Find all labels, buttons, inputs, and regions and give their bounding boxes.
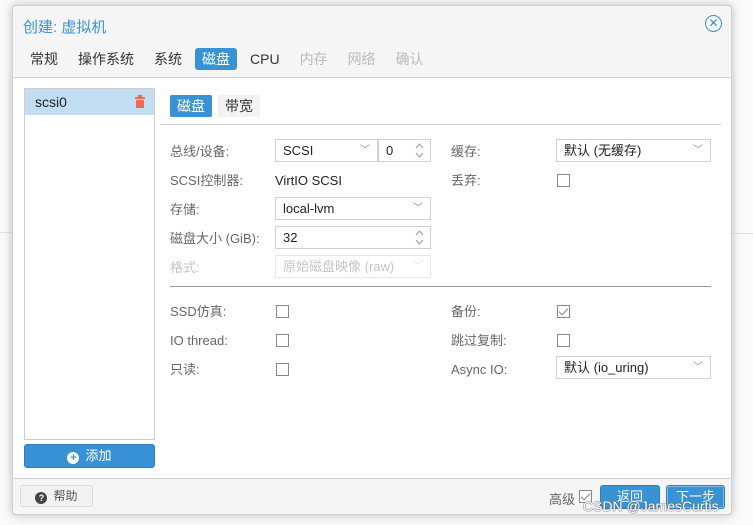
bus-device-label: 总线/设备: — [170, 144, 230, 159]
spinner-arrows-icon[interactable] — [415, 142, 424, 159]
disk-size-label: 磁盘大小 (GiB): — [170, 231, 260, 246]
advanced-label: 高级 — [549, 492, 576, 507]
scsi-controller-label: SCSI控制器: — [170, 173, 243, 188]
io-thread-label: IO thread: — [170, 333, 228, 348]
format-value: 原始磁盘映像 (raw) — [283, 259, 395, 274]
bus-select[interactable]: SCSI ﹀ — [275, 139, 378, 162]
advanced-checkbox[interactable] — [579, 490, 592, 503]
io-thread-checkbox[interactable] — [276, 334, 289, 347]
background-divider — [0, 232, 12, 233]
chevron-down-icon: ﹀ — [360, 145, 370, 156]
disk-size-spinner[interactable]: 32 — [275, 226, 431, 249]
dialog-title: 创建: 虚拟机 — [23, 19, 107, 36]
question-circle-icon: ? — [35, 492, 48, 504]
async-io-label: Async IO: — [451, 362, 508, 377]
skip-replication-label: 跳过复制: — [451, 333, 507, 348]
disk-list: scsi0 — [24, 88, 155, 440]
read-only-checkbox[interactable] — [276, 363, 289, 376]
cache-value: 默认 (无缓存) — [564, 143, 642, 158]
device-spinner[interactable]: 0 — [378, 139, 431, 162]
plus-circle-icon: + — [67, 452, 80, 464]
async-io-value: 默认 (io_uring) — [564, 360, 649, 375]
skip-replication-checkbox[interactable] — [557, 334, 570, 347]
cache-select[interactable]: 默认 (无缓存) ﹀ — [556, 139, 711, 162]
backup-label: 备份: — [451, 304, 481, 319]
help-label: 帮助 — [53, 489, 78, 503]
trash-icon[interactable] — [135, 95, 145, 108]
close-icon[interactable]: ✕ — [705, 15, 722, 32]
add-disk-button[interactable]: + 添加 — [24, 444, 155, 468]
section-divider — [170, 286, 711, 287]
device-value: 0 — [386, 143, 394, 158]
background-divider — [732, 233, 753, 234]
storage-value: local-lvm — [283, 201, 335, 216]
subtab-divider — [160, 124, 721, 125]
discard-checkbox[interactable] — [557, 174, 570, 187]
tab-general[interactable]: 常规 — [23, 48, 65, 70]
format-select: 原始磁盘映像 (raw) ﹀ — [275, 255, 431, 278]
chevron-down-icon: ﹀ — [693, 145, 703, 156]
disk-panel: scsi0 + 添加 磁盘 带宽 总线/设备: SCSI ﹀ 0 SCSI控制器… — [13, 77, 731, 479]
tab-confirm: 确认 — [395, 51, 424, 67]
ssd-emulation-label: SSD仿真: — [170, 304, 227, 319]
backup-checkbox[interactable] — [557, 305, 570, 318]
add-label: 添加 — [85, 448, 112, 463]
subtab-bandwidth[interactable]: 带宽 — [218, 95, 260, 117]
chevron-down-icon: ﹀ — [413, 261, 423, 272]
disk-item-label: scsi0 — [35, 94, 67, 110]
subtab-disk[interactable]: 磁盘 — [170, 95, 212, 117]
tab-system[interactable]: 系统 — [147, 48, 189, 70]
tab-disks[interactable]: 磁盘 — [195, 48, 237, 70]
tab-network: 网络 — [347, 51, 376, 67]
create-vm-dialog: 创建: 虚拟机 ✕ 常规 操作系统 系统 磁盘 CPU 内存 网络 确认 scs… — [12, 5, 732, 515]
chevron-down-icon: ﹀ — [413, 203, 423, 214]
format-label: 格式: — [170, 260, 200, 275]
help-button[interactable]: ? 帮助 — [20, 485, 93, 507]
ssd-emulation-checkbox[interactable] — [276, 305, 289, 318]
tab-cpu[interactable]: CPU — [243, 48, 287, 70]
bus-value: SCSI — [283, 143, 314, 158]
wizard-tabs: 常规 操作系统 系统 磁盘 CPU 内存 网络 确认 — [23, 48, 435, 70]
read-only-label: 只读: — [170, 362, 200, 377]
disk-size-value: 32 — [283, 230, 298, 245]
disk-subtabs: 磁盘 带宽 — [170, 95, 260, 117]
spinner-arrows-icon[interactable] — [415, 229, 424, 246]
next-button[interactable]: 下一步 — [666, 485, 725, 509]
discard-label: 丢弃: — [451, 173, 481, 188]
disk-list-item[interactable]: scsi0 — [25, 89, 154, 115]
back-button[interactable]: 返回 — [600, 485, 660, 509]
tab-memory: 内存 — [299, 51, 328, 67]
async-io-select[interactable]: 默认 (io_uring) ﹀ — [556, 356, 711, 379]
cache-label: 缓存: — [451, 144, 481, 159]
tab-os[interactable]: 操作系统 — [71, 48, 141, 70]
storage-label: 存储: — [170, 202, 200, 217]
storage-select[interactable]: local-lvm ﹀ — [275, 197, 431, 220]
chevron-down-icon: ﹀ — [693, 362, 703, 373]
scsi-controller-value: VirtIO SCSI — [275, 173, 342, 188]
